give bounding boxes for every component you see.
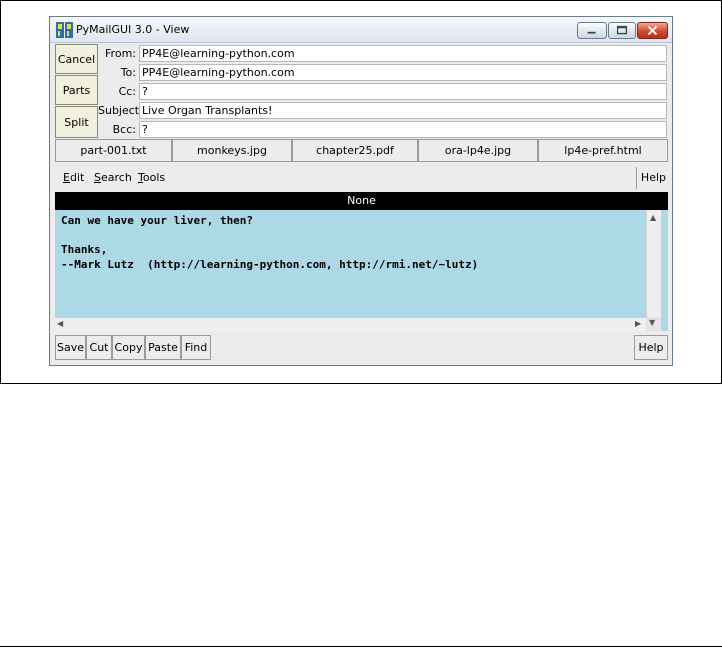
scroll-corner: ▼: [646, 317, 661, 331]
cut-button[interactable]: Cut: [86, 335, 112, 360]
parts-bar: part-001.txt monkeys.jpg chapter25.pdf o…: [55, 139, 668, 162]
split-button[interactable]: Split: [55, 106, 98, 138]
save-button[interactable]: Save: [55, 335, 86, 360]
python-app-icon: [56, 22, 73, 38]
close-icon: [647, 25, 658, 36]
copy-button[interactable]: Copy: [112, 335, 145, 360]
subject-field[interactable]: Live Organ Transplants!: [139, 102, 667, 119]
close-button[interactable]: [637, 22, 668, 39]
cc-field[interactable]: ?: [139, 83, 667, 100]
message-body-text[interactable]: Can we have your liver, then? Thanks, --…: [61, 214, 478, 273]
part-button[interactable]: lp4e-pref.html: [538, 139, 668, 162]
to-field[interactable]: PP4E@learning-python.com: [139, 64, 667, 81]
menu-edit-mnemonic: E: [63, 171, 70, 184]
header-row-bcc: Bcc: ?: [98, 120, 668, 139]
scroll-down-icon[interactable]: ▼: [649, 318, 655, 328]
menu-tools-label: ools: [142, 171, 166, 184]
menu-bar: Edit Search Tools Help: [55, 165, 668, 191]
header-row-subject: Subject: Live Organ Transplants!: [98, 101, 668, 120]
maximize-icon: [616, 25, 628, 35]
header-row-cc: Cc: ?: [98, 82, 668, 101]
pymailgui-view-window: PyMailGUI 3.0 - View Cancel Parts Split …: [49, 16, 673, 366]
part-button[interactable]: chapter25.pdf: [292, 139, 418, 162]
title-bar[interactable]: PyMailGUI 3.0 - View: [50, 17, 672, 43]
maximize-button[interactable]: [608, 22, 636, 39]
header-row-to: To: PP4E@learning-python.com: [98, 63, 668, 82]
from-label: From:: [105, 47, 136, 60]
horizontal-scrollbar[interactable]: ◀ ▶: [55, 317, 646, 331]
menu-search[interactable]: Search: [94, 171, 132, 184]
vertical-scrollbar[interactable]: ▲: [646, 210, 661, 317]
help-button[interactable]: Help: [634, 335, 668, 360]
bottom-toolbar: Save Cut Copy Paste Find Help: [55, 335, 668, 360]
paste-button[interactable]: Paste: [145, 335, 181, 360]
menu-search-label: earch: [100, 171, 132, 184]
minimize-icon: [587, 31, 596, 34]
menu-edit-label: dit: [69, 171, 85, 184]
window-title: PyMailGUI 3.0 - View: [76, 23, 190, 36]
status-bar: None: [55, 192, 668, 210]
part-button[interactable]: monkeys.jpg: [172, 139, 292, 162]
part-button[interactable]: part-001.txt: [55, 139, 172, 162]
menu-tools[interactable]: Tools: [138, 171, 165, 184]
scroll-left-icon[interactable]: ◀: [57, 319, 63, 329]
cancel-button[interactable]: Cancel: [55, 44, 98, 74]
scroll-up-icon[interactable]: ▲: [650, 213, 656, 223]
bcc-field[interactable]: ?: [139, 121, 667, 138]
part-button[interactable]: ora-lp4e.jpg: [418, 139, 538, 162]
scroll-right-icon[interactable]: ▶: [635, 319, 641, 329]
to-label: To:: [120, 66, 136, 79]
minimize-button[interactable]: [577, 22, 607, 39]
parts-button[interactable]: Parts: [55, 75, 98, 105]
find-button[interactable]: Find: [181, 335, 211, 360]
menu-help[interactable]: Help: [636, 167, 668, 189]
cc-label: Cc:: [118, 85, 136, 98]
page-rule: [0, 646, 722, 647]
menu-edit[interactable]: Edit: [63, 171, 84, 184]
header-row-from: From: PP4E@learning-python.com: [98, 44, 668, 63]
from-field[interactable]: PP4E@learning-python.com: [139, 45, 667, 62]
menu-search-mnemonic: S: [94, 171, 101, 184]
bcc-label: Bcc:: [112, 123, 136, 136]
message-body[interactable]: Can we have your liver, then? Thanks, --…: [55, 210, 668, 331]
subject-label: Subject:: [98, 104, 143, 117]
